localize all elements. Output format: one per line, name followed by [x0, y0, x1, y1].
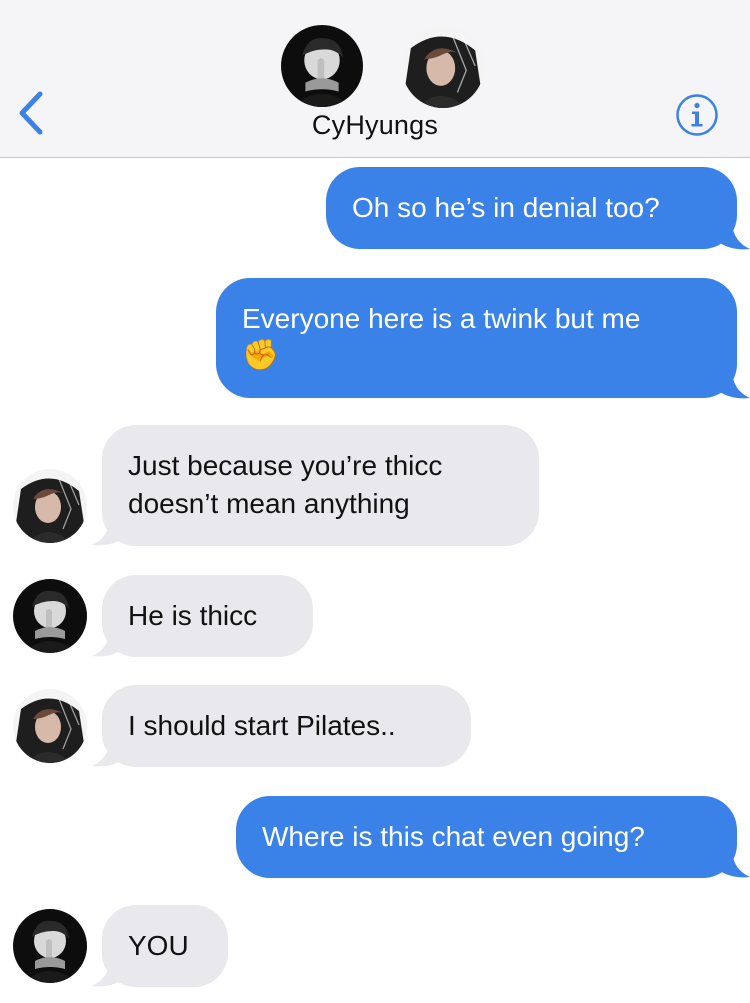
info-button[interactable] [675, 93, 719, 137]
conversation-header: CyHyungs [0, 0, 750, 158]
message-bubble[interactable]: I should start Pilates.. [102, 685, 471, 767]
conversation-title[interactable]: CyHyungs [0, 110, 750, 141]
message-bubble[interactable]: He is thicc [102, 575, 313, 657]
message-text: He is thicc [128, 600, 258, 631]
message-text: YOU [128, 930, 189, 961]
message-text-line-2: doesn’t mean anything [128, 488, 410, 519]
avatar-b[interactable] [13, 469, 87, 543]
message-bubble[interactable]: Everyone here is a twink but me ✊ [216, 278, 737, 398]
message-text: I should start Pilates.. [128, 710, 396, 741]
avatar-a[interactable] [13, 909, 87, 983]
bubble-tail [718, 373, 750, 399]
raised-fist-emoji: ✊ [242, 338, 280, 373]
message-text: Everyone here is a twink but me [242, 303, 641, 334]
avatar-b [402, 26, 484, 108]
message-bubble[interactable]: Oh so he’s in denial too? [326, 167, 737, 249]
avatar-b[interactable] [13, 689, 87, 763]
avatar-a[interactable] [13, 579, 87, 653]
group-avatars[interactable] [0, 0, 750, 110]
avatar-a [281, 25, 363, 107]
message-text: Oh so he’s in denial too? [352, 192, 660, 223]
bubble-tail [718, 852, 750, 878]
message-text: Where is this chat even going? [262, 821, 645, 852]
info-icon [676, 94, 718, 136]
message-bubble[interactable]: Just because you’re thicc doesn’t mean a… [102, 425, 539, 546]
message-text-line-1: Just because you’re thicc [128, 450, 443, 481]
message-bubble[interactable]: Where is this chat even going? [236, 796, 737, 878]
message-bubble[interactable]: YOU [102, 905, 228, 987]
bubble-tail [718, 224, 750, 250]
